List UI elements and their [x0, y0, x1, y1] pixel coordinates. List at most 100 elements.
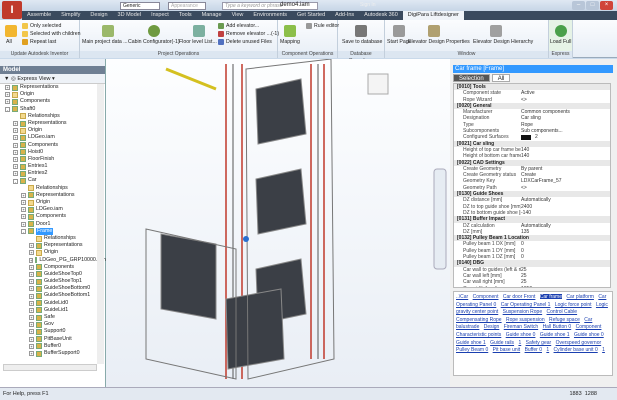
- component-link[interactable]: 1: [518, 340, 521, 346]
- expand-icon[interactable]: +: [29, 343, 34, 349]
- expand-icon[interactable]: +: [21, 221, 26, 227]
- appearance-combo[interactable]: Appearance: [168, 2, 206, 10]
- expand-icon[interactable]: +: [21, 207, 26, 213]
- remove-elevator-button[interactable]: Remove elevator ...(-1): [218, 31, 279, 37]
- tree-node[interactable]: + LDGeo.iam: [0, 206, 105, 213]
- expand-icon[interactable]: +: [13, 142, 18, 148]
- expand-icon[interactable]: +: [13, 164, 18, 170]
- tree-node[interactable]: - Shaft0: [0, 106, 105, 113]
- component-link[interactable]: Buffer 0: [525, 347, 542, 353]
- tree-node[interactable]: + Safe: [0, 314, 105, 321]
- expand-icon[interactable]: +: [29, 300, 34, 306]
- tree-node[interactable]: + Buffer0: [0, 343, 105, 350]
- add-elevator-button[interactable]: Add elevator...: [218, 23, 259, 29]
- property-value[interactable]: <>: [521, 97, 527, 103]
- component-link[interactable]: Design: [484, 324, 500, 330]
- component-link[interactable]: Overspeed governor: [556, 340, 602, 346]
- express-view-dropdown[interactable]: ▼ ◎ Express View ▾: [0, 74, 105, 84]
- tree-node[interactable]: + GuideShoeTop0: [0, 271, 105, 278]
- sign-in-link[interactable]: Sign In: [360, 2, 376, 8]
- tree-node[interactable]: + Hoist0: [0, 149, 105, 156]
- tree-node[interactable]: + Representations: [0, 242, 105, 249]
- component-link[interactable]: Component: [473, 294, 499, 300]
- component-link[interactable]: Cylinder base unit 0: [554, 347, 598, 353]
- tree-node[interactable]: + Entries2: [0, 170, 105, 177]
- component-link[interactable]: Guide shoe 0: [574, 332, 604, 338]
- tree-node[interactable]: + PitBaseUnit: [0, 336, 105, 343]
- ribbon-tab[interactable]: Autodesk 360: [359, 11, 403, 20]
- close-button[interactable]: ×: [600, 1, 613, 10]
- expand-icon[interactable]: +: [21, 200, 26, 206]
- design-hierarchy-button[interactable]: Elevator Design Hierarchy: [473, 39, 533, 45]
- expand-icon[interactable]: +: [29, 315, 34, 321]
- tree-node[interactable]: + Origin: [0, 127, 105, 134]
- component-link[interactable]: Car door Front: [503, 294, 536, 300]
- material-combo[interactable]: Generic: [120, 2, 160, 10]
- tree-node[interactable]: + Origin: [0, 91, 105, 98]
- expand-icon[interactable]: +: [29, 271, 34, 277]
- ribbon-tab[interactable]: DigiPara Liftdesigner: [402, 11, 464, 20]
- component-link[interactable]: Logic force point: [555, 302, 592, 308]
- property-value[interactable]: <>: [521, 185, 527, 191]
- tree-node[interactable]: - Frame: [0, 227, 105, 235]
- tree-node[interactable]: Relationships: [0, 235, 105, 242]
- tree-node[interactable]: + Components: [0, 264, 105, 271]
- component-link[interactable]: Guide shoe 0: [506, 332, 536, 338]
- component-link[interactable]: Guide shoe 1: [540, 332, 570, 338]
- tree-node[interactable]: + GuideLid1: [0, 307, 105, 314]
- minimize-button[interactable]: –: [572, 1, 585, 10]
- component-link[interactable]: Hall Button 0: [543, 324, 572, 330]
- tree-node[interactable]: + Origin: [0, 249, 105, 256]
- save-to-database-button[interactable]: Save to database: [342, 39, 382, 45]
- floor-list-button[interactable]: Floor level List...: [179, 39, 217, 45]
- tree-node[interactable]: + Components: [0, 142, 105, 149]
- expand-icon[interactable]: +: [13, 156, 18, 162]
- ribbon-tab[interactable]: Manage: [197, 11, 227, 20]
- component-link[interactable]: Suspension Rope: [503, 309, 542, 315]
- component-link[interactable]: Characteristic points: [456, 332, 501, 338]
- load-full-button[interactable]: Load Full: [550, 39, 571, 45]
- mapping-button[interactable]: Mapping: [280, 39, 300, 45]
- property-value[interactable]: 0: [521, 254, 524, 260]
- tree-scrollbar[interactable]: [97, 84, 104, 364]
- delete-unused-button[interactable]: Delete unused Files: [218, 39, 272, 45]
- app-menu-button[interactable]: I: [2, 1, 22, 19]
- tree-node[interactable]: + BufferSupport0: [0, 350, 105, 357]
- expand-icon[interactable]: +: [29, 307, 34, 313]
- property-value[interactable]: 2: [535, 134, 538, 140]
- ribbon-tab[interactable]: Assemble: [22, 11, 56, 20]
- property-value[interactable]: -140: [521, 210, 531, 216]
- tree-node[interactable]: + Gov: [0, 321, 105, 328]
- tree-node[interactable]: + LDGeo.iam: [0, 134, 105, 141]
- tree-node[interactable]: - Car: [0, 177, 105, 185]
- ribbon-tab[interactable]: Tools: [174, 11, 197, 20]
- expand-icon[interactable]: +: [29, 286, 34, 292]
- tree-node[interactable]: + GuideShoeTop1: [0, 278, 105, 285]
- tree-node[interactable]: + Components: [0, 98, 105, 105]
- only-selected-button[interactable]: Only selected: [22, 23, 61, 29]
- tree-node[interactable]: + FloorFinish: [0, 156, 105, 163]
- collapse-icon[interactable]: -: [5, 106, 10, 112]
- component-link[interactable]: 1: [602, 347, 605, 353]
- expand-icon[interactable]: +: [21, 192, 26, 198]
- property-value[interactable]: Sub components...: [521, 128, 563, 134]
- expand-icon[interactable]: +: [29, 293, 34, 299]
- collapse-icon[interactable]: -: [21, 228, 26, 234]
- tree-node[interactable]: + Representations: [0, 84, 105, 91]
- tab-all[interactable]: All: [491, 74, 511, 82]
- component-link[interactable]: Car platform: [566, 294, 594, 300]
- tree-node[interactable]: + Representations: [0, 192, 105, 199]
- cabin-configurator-button[interactable]: Cabin Configurator(-1): [128, 39, 180, 45]
- component-link[interactable]: Rope suspension: [506, 317, 545, 323]
- collapse-icon[interactable]: -: [13, 178, 18, 184]
- expand-icon[interactable]: +: [29, 250, 34, 256]
- component-link[interactable]: 1: [546, 347, 549, 353]
- ribbon-tab[interactable]: 3D Model: [113, 11, 147, 20]
- expand-icon[interactable]: +: [21, 214, 26, 220]
- tree-node[interactable]: + GuideLid0: [0, 300, 105, 307]
- expand-icon[interactable]: +: [29, 243, 34, 249]
- tree-node[interactable]: Relationships: [0, 113, 105, 120]
- color-swatch[interactable]: [521, 134, 531, 140]
- ribbon-tab[interactable]: Design: [85, 11, 112, 20]
- tree-node[interactable]: + Support0: [0, 328, 105, 335]
